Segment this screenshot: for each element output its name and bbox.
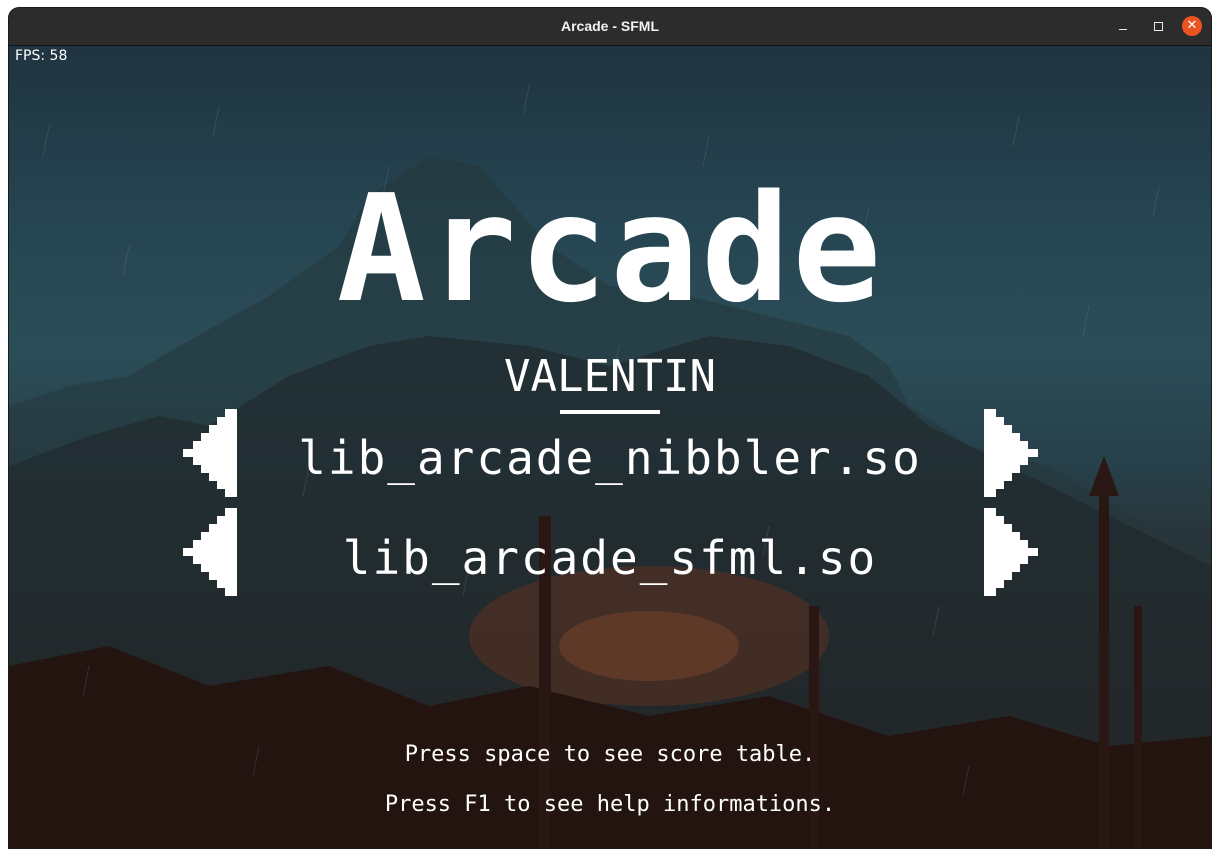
game-title: Arcade [336, 163, 884, 335]
maximize-icon [1153, 21, 1163, 31]
app-window: Arcade - SFML ✕ FPS: 58 Arcade VALENTIN … [9, 8, 1211, 848]
window-title: Arcade - SFML [560, 18, 659, 34]
player-name-cursor [560, 410, 660, 414]
help-hint: Press F1 to see help informations. [384, 792, 836, 817]
minimize-icon [1119, 28, 1127, 30]
close-button[interactable]: ✕ [1182, 16, 1202, 36]
close-icon: ✕ [1186, 18, 1198, 33]
game-library-selector[interactable]: lib_arcade_nibbler.so [9, 432, 1211, 484]
minimize-button[interactable] [1113, 16, 1133, 36]
player-name-input[interactable]: VALENTIN [9, 352, 1211, 402]
graphics-library-selector[interactable]: lib_arcade_sfml.so [9, 532, 1211, 584]
maximize-button[interactable] [1148, 16, 1168, 36]
score-table-hint: Press space to see score table. [404, 742, 816, 767]
title-bar[interactable]: Arcade - SFML ✕ [9, 8, 1211, 46]
game-canvas[interactable]: FPS: 58 Arcade VALENTIN lib_arcade_nibbl… [9, 46, 1211, 848]
fps-counter: FPS: 58 [15, 48, 68, 64]
